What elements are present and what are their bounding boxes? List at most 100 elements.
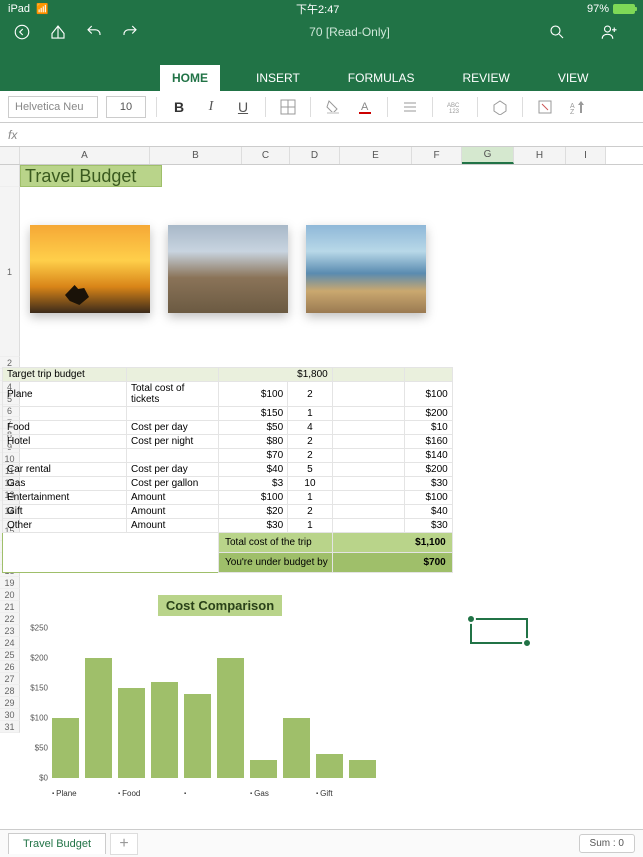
col-header-F[interactable]: F — [412, 147, 462, 164]
image-sunset[interactable] — [30, 225, 150, 313]
insert-cells-button[interactable] — [533, 95, 557, 119]
sheet-tab-active[interactable]: Travel Budget — [8, 833, 106, 854]
chart-bar[interactable] — [151, 682, 178, 778]
cell-styles-button[interactable] — [488, 95, 512, 119]
row-header-19[interactable]: 19 — [0, 577, 20, 589]
summary-under-value[interactable]: $700 — [332, 553, 452, 573]
selection-handle-tl[interactable] — [466, 614, 476, 624]
file-button[interactable] — [46, 20, 70, 44]
row-header-21[interactable]: 21 — [0, 601, 20, 613]
col-header-C[interactable]: C — [242, 147, 290, 164]
sheet-title-cell[interactable]: Travel Budget — [20, 165, 162, 187]
battery-icon — [613, 4, 635, 14]
number-format-button[interactable]: ABC123 — [443, 95, 467, 119]
font-size-select[interactable]: 10 — [106, 96, 146, 118]
y-tick: $150 — [30, 684, 48, 693]
budget-table[interactable]: Target trip budget $1,800 PlaneTotal cos… — [2, 367, 453, 573]
col-header-D[interactable]: D — [290, 147, 340, 164]
row-header-20[interactable]: 20 — [0, 589, 20, 601]
spreadsheet-area[interactable]: 1234567891011121314151617181920212223242… — [0, 165, 643, 835]
budget-header-label[interactable]: Target trip budget — [3, 368, 127, 382]
chart-bar[interactable] — [85, 658, 112, 778]
row-header-24[interactable]: 24 — [0, 637, 20, 649]
chart-bar[interactable] — [217, 658, 244, 778]
tab-view[interactable]: VIEW — [546, 65, 601, 91]
x-label: Gas — [250, 789, 316, 798]
budget-row[interactable]: FoodCost per day$504$10 — [3, 421, 453, 435]
chart-title: Cost Comparison — [158, 595, 282, 616]
x-label — [184, 789, 250, 798]
budget-row[interactable]: GasCost per gallon$310$30 — [3, 477, 453, 491]
select-all-corner[interactable] — [0, 147, 20, 164]
italic-button[interactable]: I — [199, 95, 223, 119]
tab-home[interactable]: HOME — [160, 65, 220, 91]
row-header-1[interactable]: 1 — [0, 187, 20, 357]
row-header-25[interactable]: 25 — [0, 649, 20, 661]
row-header-29[interactable]: 29 — [0, 697, 20, 709]
budget-row[interactable]: $1501$200 — [3, 407, 453, 421]
col-header-B[interactable]: B — [150, 147, 242, 164]
row-header-28[interactable]: 28 — [0, 685, 20, 697]
col-header-E[interactable]: E — [340, 147, 412, 164]
budget-row[interactable]: OtherAmount$301$30 — [3, 519, 453, 533]
col-header-H[interactable]: H — [514, 147, 566, 164]
row-header-30[interactable]: 30 — [0, 709, 20, 721]
summary-total-label[interactable]: Total cost of the trip — [219, 533, 333, 553]
fill-color-button[interactable] — [321, 95, 345, 119]
y-tick: $100 — [30, 714, 48, 723]
budget-row[interactable]: HotelCost per night$802$160 — [3, 435, 453, 449]
chart-bar[interactable] — [349, 760, 376, 778]
selected-cell[interactable] — [470, 618, 528, 644]
row-header-23[interactable]: 23 — [0, 625, 20, 637]
redo-button[interactable] — [118, 20, 142, 44]
add-sheet-button[interactable]: + — [110, 833, 138, 855]
underline-button[interactable]: U — [231, 95, 255, 119]
budget-row[interactable]: $702$140 — [3, 449, 453, 463]
summary-under-label[interactable]: You're under budget by — [219, 553, 333, 573]
row-header-22[interactable]: 22 — [0, 613, 20, 625]
y-tick: $50 — [35, 744, 48, 753]
budget-row[interactable]: PlaneTotal cost of tickets$1002$100 — [3, 382, 453, 407]
formula-input[interactable] — [25, 123, 635, 146]
share-button[interactable] — [597, 20, 621, 44]
row-header-26[interactable]: 26 — [0, 661, 20, 673]
chart-bar[interactable] — [118, 688, 145, 778]
search-button[interactable] — [545, 20, 569, 44]
chart-bar[interactable] — [316, 754, 343, 778]
image-building[interactable] — [168, 225, 288, 313]
x-label: Plane — [52, 789, 118, 798]
summary-total-value[interactable]: $1,100 — [332, 533, 452, 553]
borders-button[interactable] — [276, 95, 300, 119]
budget-header-amount[interactable]: $1,800 — [219, 368, 333, 382]
x-label: Food — [118, 789, 184, 798]
tab-formulas[interactable]: FORMULAS — [336, 65, 427, 91]
formula-bar: fx — [0, 123, 643, 147]
budget-row[interactable]: EntertainmentAmount$1001$100 — [3, 491, 453, 505]
col-header-I[interactable]: I — [566, 147, 606, 164]
svg-text:A: A — [361, 101, 369, 113]
align-button[interactable] — [398, 95, 422, 119]
cost-chart[interactable]: Cost Comparison $250$200$150$100$50$0 Pl… — [20, 595, 420, 798]
undo-button[interactable] — [82, 20, 106, 44]
tab-insert[interactable]: INSERT — [244, 65, 312, 91]
font-color-button[interactable]: A — [353, 95, 377, 119]
selection-handle-br[interactable] — [522, 638, 532, 648]
budget-row[interactable]: GiftAmount$202$40 — [3, 505, 453, 519]
row-header-27[interactable]: 27 — [0, 673, 20, 685]
document-title: 70 [Read-Only] — [154, 25, 545, 39]
chart-bar[interactable] — [184, 694, 211, 778]
font-name-select[interactable]: Helvetica Neu — [8, 96, 98, 118]
chart-bar[interactable] — [52, 718, 79, 778]
sort-filter-button[interactable]: AZ — [565, 95, 589, 119]
col-header-A[interactable]: A — [20, 147, 150, 164]
col-header-G[interactable]: G — [462, 147, 514, 164]
row-header-31[interactable]: 31 — [0, 721, 20, 733]
back-button[interactable] — [10, 20, 34, 44]
tab-review[interactable]: REVIEW — [450, 65, 521, 91]
budget-row[interactable]: Car rentalCost per day$405$200 — [3, 463, 453, 477]
ribbon-toolbar: Helvetica Neu 10 B I U A ABC123 AZ — [0, 91, 643, 123]
image-coast[interactable] — [306, 225, 426, 313]
chart-bar[interactable] — [283, 718, 310, 778]
bold-button[interactable]: B — [167, 95, 191, 119]
chart-bar[interactable] — [250, 760, 277, 778]
